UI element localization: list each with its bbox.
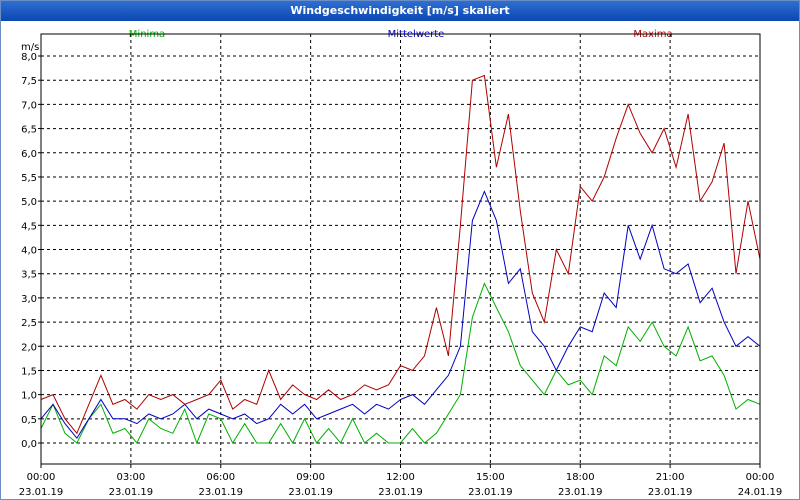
x-tick-date-label: 23.01.19 bbox=[19, 487, 64, 498]
x-tick-time-label: 00:00 bbox=[746, 472, 775, 483]
x-tick-date-label: 23.01.19 bbox=[468, 487, 513, 498]
y-tick-label: 6,0 bbox=[21, 149, 37, 160]
y-tick-label: 1,0 bbox=[21, 391, 37, 402]
x-tick-date-label: 23.01.19 bbox=[109, 487, 154, 498]
y-tick-label: 1,5 bbox=[21, 366, 37, 377]
x-tick-date-label: 23.01.19 bbox=[648, 487, 693, 498]
y-tick-label: 0,5 bbox=[21, 415, 37, 426]
x-tick-time-label: 12:00 bbox=[386, 472, 415, 483]
x-tick-date-label: 23.01.19 bbox=[558, 487, 603, 498]
y-tick-label: 3,0 bbox=[21, 294, 37, 305]
x-tick-time-label: 18:00 bbox=[566, 472, 595, 483]
y-tick-label: 6,5 bbox=[21, 125, 37, 136]
chart-title: Windgeschwindigkeit [m/s] skaliert bbox=[1, 1, 799, 21]
y-tick-label: 5,0 bbox=[21, 197, 37, 208]
x-tick-date-label: 23.01.19 bbox=[198, 487, 243, 498]
x-tick-time-label: 06:00 bbox=[206, 472, 235, 483]
x-tick-time-label: 09:00 bbox=[296, 472, 325, 483]
x-tick-date-label: 24.01.19 bbox=[738, 487, 783, 498]
x-tick-time-label: 00:00 bbox=[27, 472, 56, 483]
y-tick-label: 2,5 bbox=[21, 318, 37, 329]
y-tick-label: 4,0 bbox=[21, 246, 37, 257]
y-tick-label: 4,5 bbox=[21, 221, 37, 232]
y-tick-label: 8,0 bbox=[21, 52, 37, 63]
y-tick-label: 2,0 bbox=[21, 342, 37, 353]
x-tick-time-label: 15:00 bbox=[476, 472, 505, 483]
y-tick-label: 0,0 bbox=[21, 439, 37, 450]
x-tick-time-label: 03:00 bbox=[116, 472, 145, 483]
x-tick-date-label: 23.01.19 bbox=[378, 487, 423, 498]
x-tick-time-label: 21:00 bbox=[656, 472, 685, 483]
y-tick-label: 7,0 bbox=[21, 100, 37, 111]
y-tick-label: 5,5 bbox=[21, 173, 37, 184]
y-tick-label: 7,5 bbox=[21, 76, 37, 87]
chart-window: Windgeschwindigkeit [m/s] skaliert Minim… bbox=[0, 0, 800, 500]
x-tick-date-label: 23.01.19 bbox=[288, 487, 333, 498]
wind-speed-chart: Minima Mittelwerte Maxima m/s 0,00,51,01… bbox=[19, 29, 783, 498]
series-line-maxima bbox=[40, 74, 761, 435]
y-tick-label: 3,5 bbox=[21, 270, 37, 281]
